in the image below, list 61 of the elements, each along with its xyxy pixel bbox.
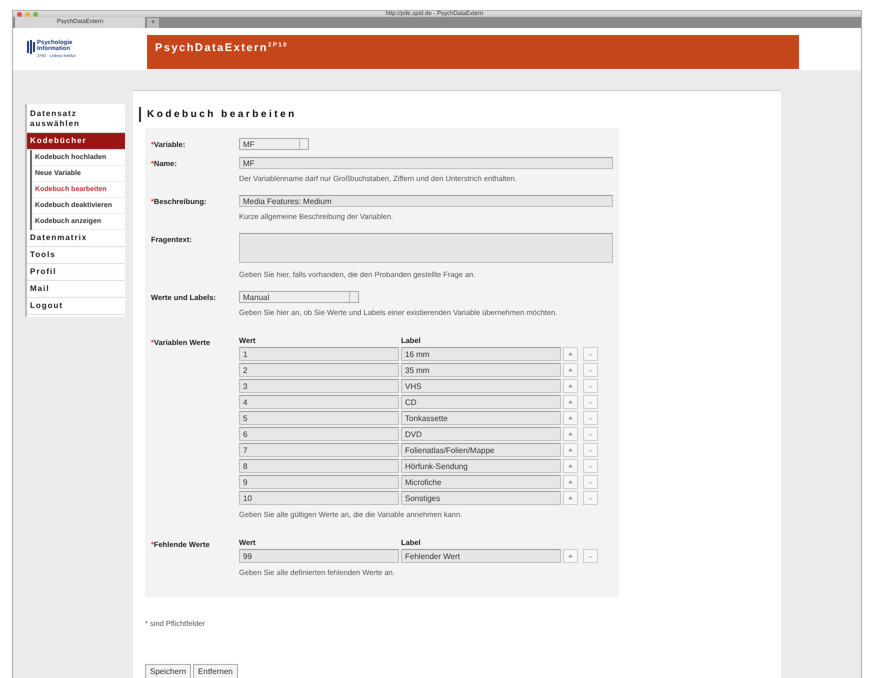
input-field[interactable]: DVD xyxy=(401,427,561,441)
add-button[interactable]: + xyxy=(563,443,578,457)
remove-button[interactable]: - xyxy=(583,395,598,409)
input-field[interactable]: Fehlender Wert xyxy=(401,549,561,563)
add-button[interactable]: + xyxy=(563,459,578,473)
window-controls-icon[interactable] xyxy=(17,12,38,16)
add-button[interactable]: + xyxy=(563,363,578,377)
add-button[interactable]: + xyxy=(563,411,578,425)
remove-button[interactable]: - xyxy=(583,443,598,457)
input-field[interactable]: 2 xyxy=(239,363,399,377)
input-field[interactable]: Microfiche xyxy=(401,475,561,489)
remove-button[interactable]: - xyxy=(583,347,598,361)
input-field[interactable]: MF xyxy=(239,157,613,169)
input-field[interactable]: Media Features: Medium xyxy=(239,195,613,207)
input-field[interactable]: 5 xyxy=(239,411,399,425)
sidebar-item[interactable]: Tools xyxy=(27,247,125,264)
logo-icon xyxy=(27,40,35,54)
input-field[interactable]: Tonkassette xyxy=(401,411,561,425)
form-button[interactable]: Speichern xyxy=(145,664,192,678)
input-field[interactable]: Sonstiges xyxy=(401,491,561,505)
add-button[interactable]: + xyxy=(563,549,578,563)
sidebar-item[interactable]: Logout xyxy=(27,298,125,315)
sidebar-item[interactable]: Datenmatrix xyxy=(27,230,125,247)
input-field[interactable]: 99 xyxy=(239,549,399,563)
site-title: PsychDataExtern$^{2P10}$ xyxy=(155,42,288,54)
remove-button[interactable]: - xyxy=(583,363,598,377)
add-button[interactable]: + xyxy=(563,475,578,489)
input-field[interactable]: 6 xyxy=(239,427,399,441)
remove-button[interactable]: - xyxy=(583,459,598,473)
input-field[interactable]: 16 mm xyxy=(401,347,561,361)
input-field[interactable]: 7 xyxy=(239,443,399,457)
remove-button[interactable]: - xyxy=(583,379,598,393)
add-button[interactable]: + xyxy=(563,347,578,361)
input-field[interactable] xyxy=(239,233,613,263)
sidebar-item[interactable]: Profil xyxy=(27,264,125,281)
dropdown[interactable]: Manual xyxy=(239,291,359,303)
input-field[interactable]: CD xyxy=(401,395,561,409)
add-button[interactable]: + xyxy=(563,395,578,409)
add-button[interactable]: + xyxy=(563,379,578,393)
sidebar-item[interactable]: Mail xyxy=(27,281,125,298)
remove-button[interactable]: - xyxy=(583,549,598,563)
input-field[interactable]: Hörfunk-Sendung xyxy=(401,459,561,473)
input-field[interactable]: 8 xyxy=(239,459,399,473)
input-field[interactable]: 1 xyxy=(239,347,399,361)
input-field[interactable]: VHS xyxy=(401,379,561,393)
remove-button[interactable]: - xyxy=(583,427,598,441)
input-field[interactable]: 10 xyxy=(239,491,399,505)
add-button[interactable]: + xyxy=(563,491,578,505)
remove-button[interactable]: - xyxy=(583,491,598,505)
remove-button[interactable]: - xyxy=(583,411,598,425)
input-field[interactable]: 35 mm xyxy=(401,363,561,377)
input-field[interactable]: Folienatlas/Folien/Mappe xyxy=(401,443,561,457)
input-field[interactable]: 4 xyxy=(239,395,399,409)
input-field[interactable]: 9 xyxy=(239,475,399,489)
add-button[interactable]: + xyxy=(563,427,578,441)
page-heading: Kodebuch bearbeiten xyxy=(139,107,781,122)
sidebar-item[interactable]: Kodebücher xyxy=(27,133,125,150)
form-button[interactable]: Entfernen xyxy=(193,664,238,678)
dropdown[interactable]: MF xyxy=(239,138,309,150)
input-field[interactable]: 3 xyxy=(239,379,399,393)
remove-button[interactable]: - xyxy=(583,475,598,489)
